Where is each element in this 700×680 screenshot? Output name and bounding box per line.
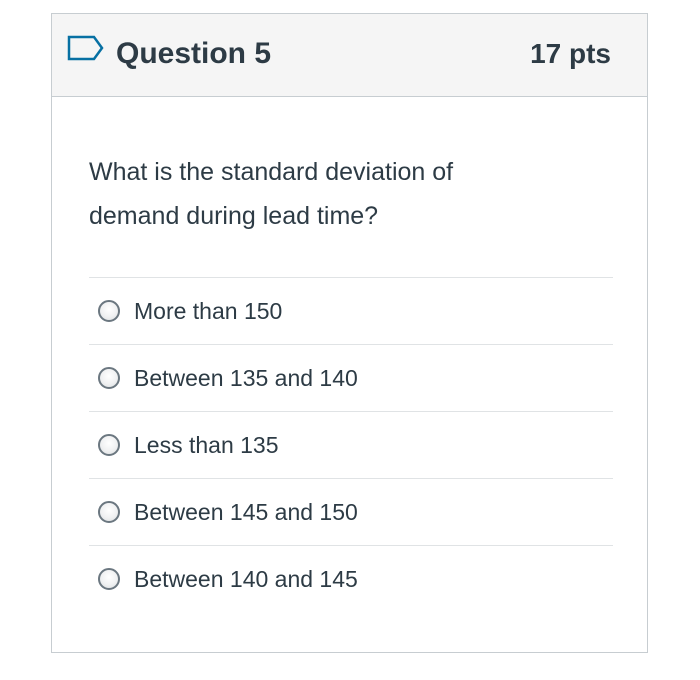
radio-button[interactable] — [98, 568, 120, 590]
answer-label: Between 135 and 140 — [134, 365, 358, 391]
question-header: Question 5 17 pts — [52, 14, 647, 97]
question-card: Question 5 17 pts What is the standard d… — [51, 13, 648, 653]
answer-option[interactable]: Between 135 and 140 — [89, 344, 613, 411]
answer-label: More than 150 — [134, 298, 283, 324]
question-title: Question 5 — [116, 37, 272, 70]
answer-option[interactable]: Between 145 and 150 — [89, 478, 613, 545]
radio-button[interactable] — [98, 501, 120, 523]
question-points: 17 pts — [530, 38, 611, 69]
answer-list: More than 150 Between 135 and 140 Less t… — [89, 277, 613, 612]
answer-option[interactable]: Between 140 and 145 — [89, 545, 613, 612]
flag-question-icon[interactable] — [67, 35, 105, 61]
answer-label: Between 140 and 145 — [134, 566, 358, 592]
radio-button[interactable] — [98, 434, 120, 456]
question-text: What is the standard deviation of demand… — [89, 158, 454, 230]
answer-label: Less than 135 — [134, 432, 279, 458]
answer-label: Between 145 and 150 — [134, 499, 358, 525]
answer-option[interactable]: More than 150 — [89, 277, 613, 344]
radio-button[interactable] — [98, 300, 120, 322]
radio-button[interactable] — [98, 367, 120, 389]
answer-option[interactable]: Less than 135 — [89, 411, 613, 478]
